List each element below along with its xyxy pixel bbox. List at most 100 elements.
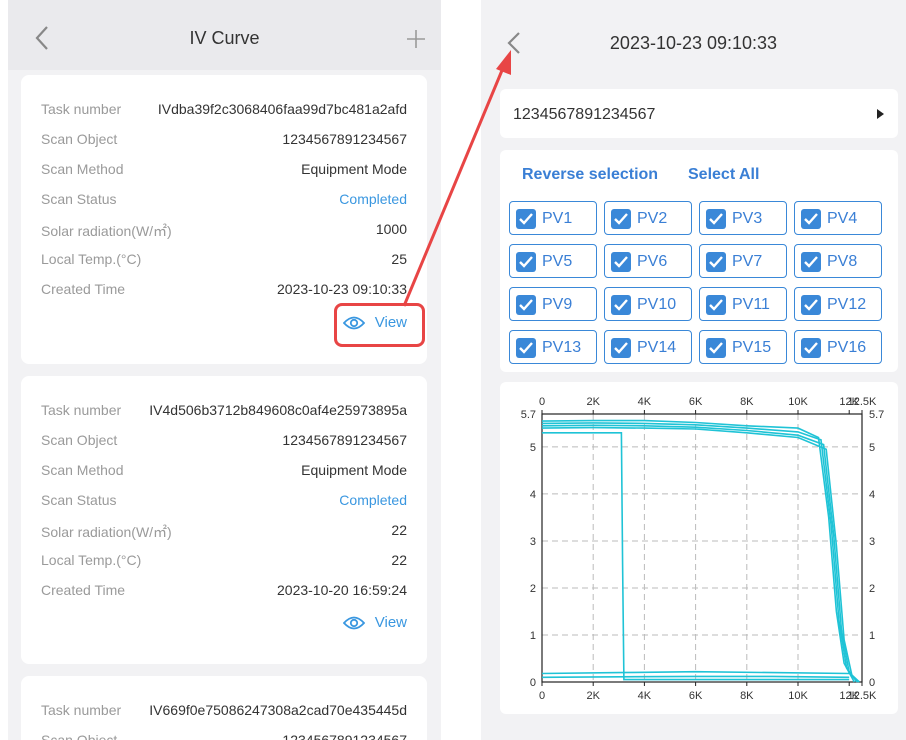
field-label: Scan Object [41, 131, 118, 147]
field-row: Scan Object 1234567891234567 [41, 131, 407, 151]
x-tick-label-top: 12.5K [848, 396, 877, 408]
field-label: Local Temp.(°C) [41, 251, 142, 267]
pv-checkbox-pv11[interactable]: PV11 [699, 287, 787, 321]
pv-checkbox-pv8[interactable]: PV8 [794, 244, 882, 278]
x-tick-label-bottom: 2K [586, 690, 600, 702]
pv-checkbox-pv4[interactable]: PV4 [794, 201, 882, 235]
task-number-row: Task number IV4d506b3712b849608c0af4e259… [41, 402, 407, 422]
field-label: Scan Method [41, 462, 124, 478]
field-value: 2023-10-23 09:10:33 [277, 281, 407, 297]
pv-checkbox-pv5[interactable]: PV5 [509, 244, 597, 278]
checkbox-checked-icon [801, 209, 821, 229]
device-selector[interactable]: 1234567891234567 [500, 89, 898, 138]
checkbox-checked-icon [706, 252, 726, 272]
checkbox-checked-icon [611, 252, 631, 272]
field-label: Scan Object [41, 732, 118, 740]
field-value: 22 [391, 522, 407, 538]
checkbox-checked-icon [611, 295, 631, 315]
view-label: View [374, 614, 407, 631]
field-value: 1234567891234567 [282, 732, 407, 740]
x-tick-label-top: 4K [638, 396, 652, 408]
x-tick-label-bottom: 12.5K [848, 690, 877, 702]
pv-checkbox-pv6[interactable]: PV6 [604, 244, 692, 278]
field-row: Solar radiation(W/㎡) 1000 [41, 221, 407, 241]
field-label: Solar radiation(W/㎡) [41, 524, 172, 540]
pv-checkbox-pv2[interactable]: PV2 [604, 201, 692, 235]
task-number-label: Task number [41, 702, 122, 718]
field-label: Created Time [41, 281, 126, 297]
x-tick-label-bottom: 8K [740, 690, 754, 702]
task-number-value: IVdba39f2c3068406faa99d7bc481a2afd [157, 101, 407, 117]
pv-label: PV12 [827, 296, 867, 313]
iv-curve-series [541, 419, 856, 683]
device-serial: 1234567891234567 [513, 106, 656, 123]
x-tick-label-top: 8K [740, 396, 754, 408]
nav-bar: IV Curve [8, 0, 441, 70]
task-list-screen: IV Curve Task number IVdba39f2c3068406fa… [8, 0, 441, 740]
y-tick-label-right: 5.7 [869, 409, 884, 421]
pv-checkbox-pv10[interactable]: PV10 [604, 287, 692, 321]
iv-curve-series [541, 670, 850, 675]
reverse-selection-button[interactable]: Reverse selection [522, 166, 658, 184]
y-tick-label-left: 2 [530, 583, 536, 595]
pv-checkbox-pv16[interactable]: PV16 [794, 330, 882, 364]
pv-checkbox-pv7[interactable]: PV7 [699, 244, 787, 278]
select-all-button[interactable]: Select All [688, 166, 759, 184]
checkbox-checked-icon [516, 209, 536, 229]
pv-checkbox-pv14[interactable]: PV14 [604, 330, 692, 364]
pv-checkbox-pv13[interactable]: PV13 [509, 330, 597, 364]
y-tick-label-left: 4 [530, 489, 536, 501]
field-value: Equipment Mode [301, 161, 407, 177]
y-tick-label-right: 3 [869, 536, 875, 548]
plus-icon[interactable] [405, 28, 427, 50]
pv-label: PV2 [637, 210, 668, 227]
checkbox-checked-icon [706, 338, 726, 358]
checkbox-checked-icon [801, 338, 821, 358]
y-tick-label-right: 0 [869, 677, 875, 689]
page-title: IV Curve [189, 28, 260, 48]
x-tick-label-bottom: 10K [788, 690, 808, 702]
pv-checkbox-pv3[interactable]: PV3 [699, 201, 787, 235]
field-value: 22 [391, 552, 407, 568]
iv-curve-detail-screen: 2023-10-23 09:10:33 1234567891234567 Rev… [481, 0, 906, 740]
field-row: Scan Method Equipment Mode [41, 462, 407, 482]
y-tick-label-left: 1 [530, 630, 536, 642]
pv-checkbox-pv12[interactable]: PV12 [794, 287, 882, 321]
iv-chart: 0 2K 4K 6K 8K 10K 12K 12.5K 0 2K 4K 6K 8K 10K 12K 12.5K… [500, 382, 898, 714]
field-label: Scan Object [41, 432, 118, 448]
eye-icon [343, 616, 365, 630]
iv-curve-series [541, 424, 859, 683]
field-row: Scan Status Completed [41, 191, 407, 211]
pv-checkbox-pv1[interactable]: PV1 [509, 201, 597, 235]
pv-label: PV3 [732, 210, 763, 227]
field-value: 25 [391, 251, 407, 267]
page-title: 2023-10-23 09:10:33 [609, 33, 778, 53]
pv-label: PV1 [542, 210, 573, 227]
iv-curve-series [541, 426, 860, 683]
view-button[interactable]: View [337, 612, 407, 636]
x-tick-label-top: 2K [586, 396, 600, 408]
checkbox-checked-icon [801, 252, 821, 272]
pv-label: PV14 [637, 339, 677, 356]
y-tick-label-left: 5 [530, 442, 536, 454]
field-row: Local Temp.(°C) 25 [41, 251, 407, 271]
field-row: Scan Status Completed [41, 492, 407, 512]
task-number-label: Task number [41, 101, 122, 117]
pv-selection-panel: Reverse selection Select All PV1 PV2 PV3 PV… [500, 150, 898, 372]
field-row: Scan Object 1234567891234567 [41, 432, 407, 452]
view-highlight-box [334, 303, 425, 347]
field-value: 1234567891234567 [282, 432, 407, 448]
field-value: 1000 [375, 221, 407, 237]
pv-checkbox-pv9[interactable]: PV9 [509, 287, 597, 321]
pv-label: PV13 [542, 339, 582, 356]
plot-frame [541, 413, 863, 683]
field-label: Solar radiation(W/㎡) [41, 223, 172, 239]
pv-label: PV6 [637, 253, 668, 270]
iv-curve-series [541, 422, 858, 683]
checkbox-checked-icon [706, 295, 726, 315]
x-tick-label-bottom: 4K [638, 690, 652, 702]
field-label: Scan Status [41, 492, 117, 508]
caret-right-icon [877, 109, 884, 119]
pv-checkbox-pv15[interactable]: PV15 [699, 330, 787, 364]
y-tick-label-right: 5 [869, 442, 875, 454]
